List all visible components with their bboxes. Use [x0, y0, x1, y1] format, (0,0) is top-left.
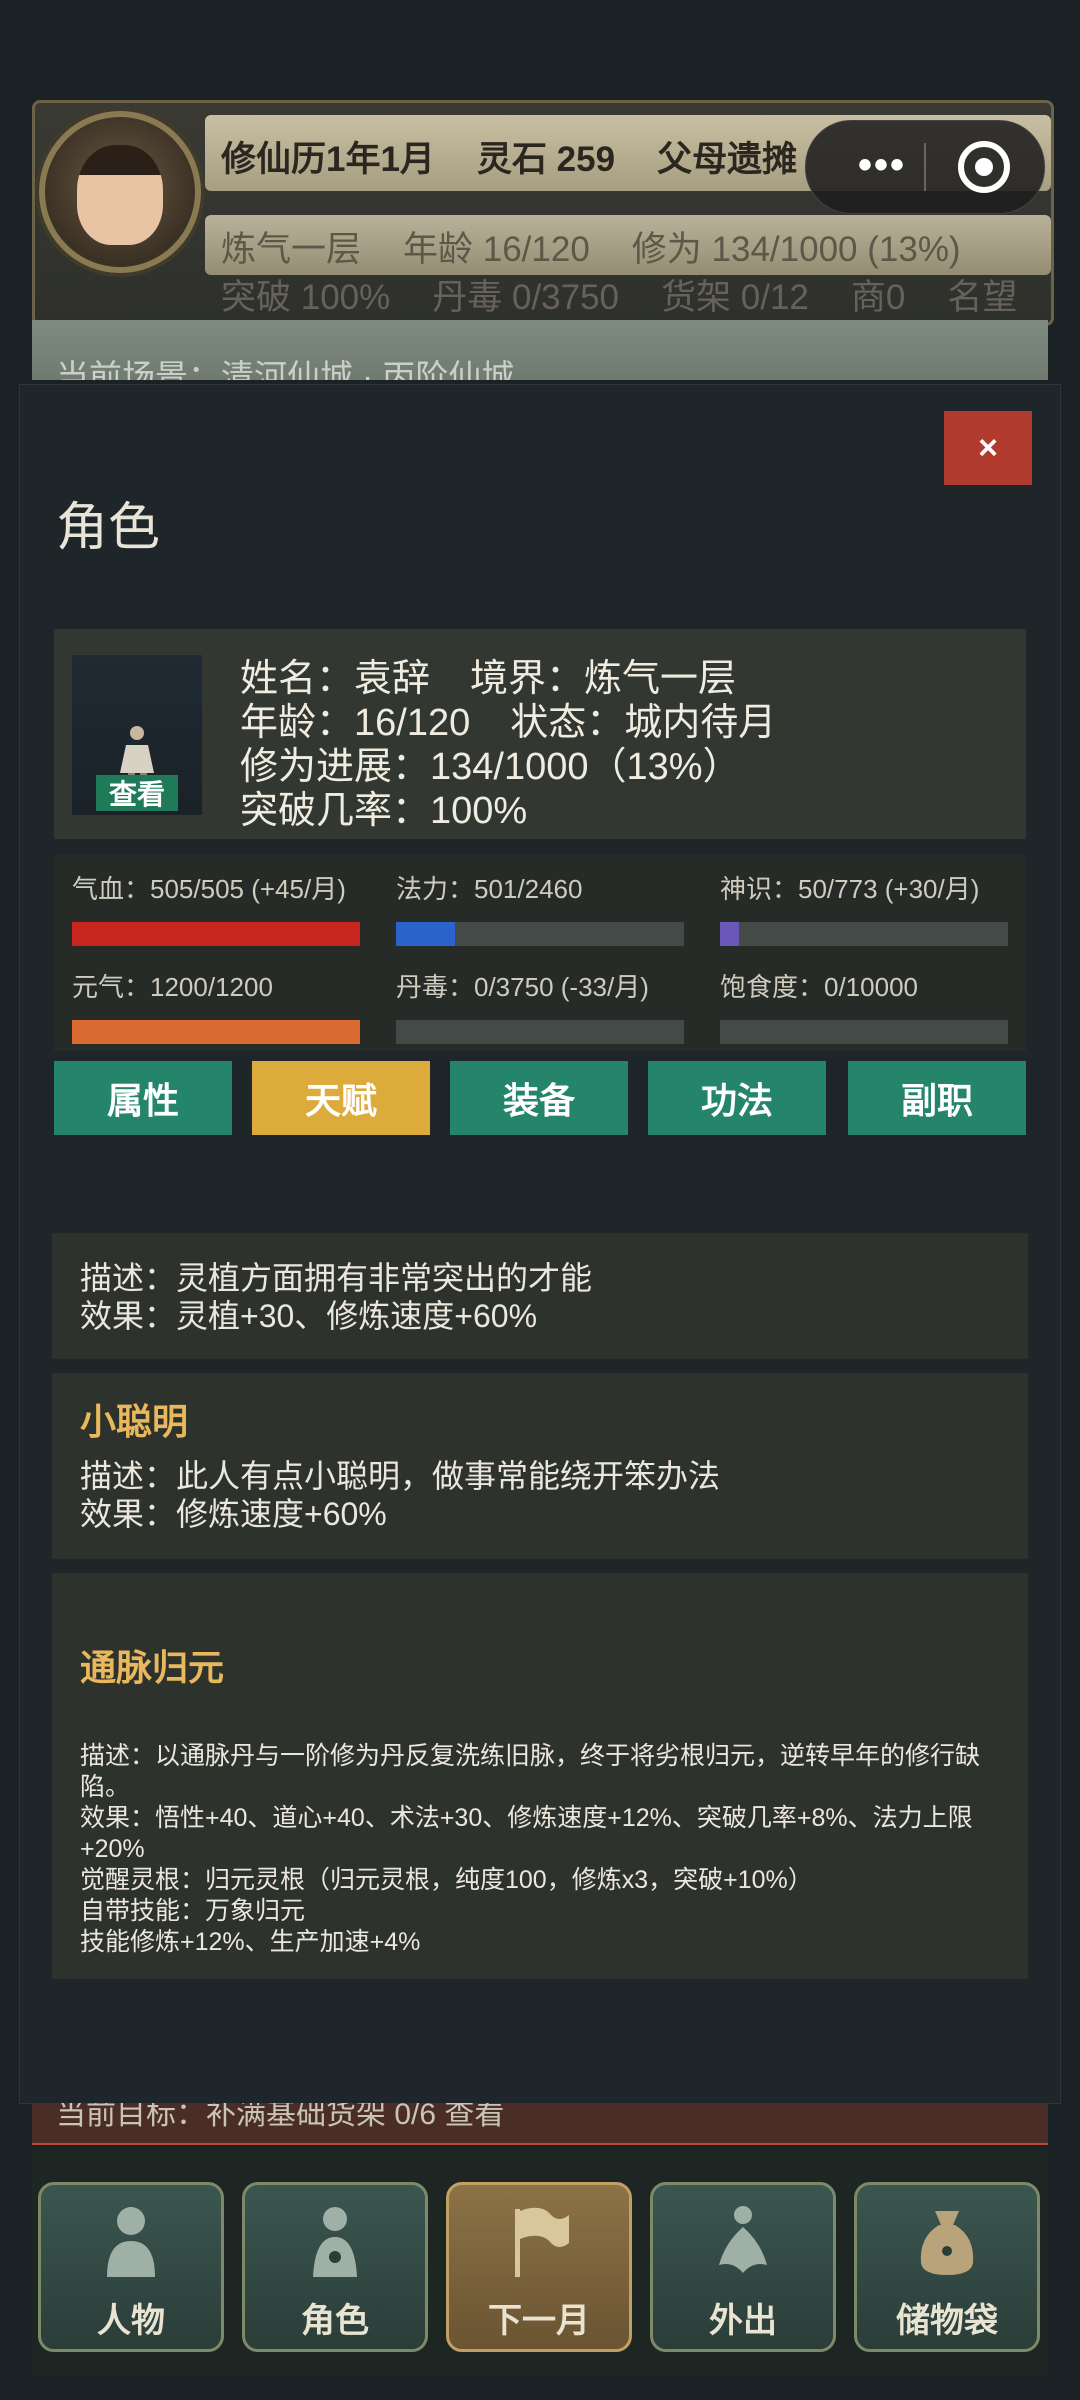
nav-go-out-button[interactable]: 外出 [650, 2182, 836, 2352]
talent-desc: 描述：以通脉丹与一阶修为丹反复洗练旧脉，终于将劣根归元，逆转早年的修行缺陷。 [80, 1742, 981, 1801]
profile-card: 查看 姓名：袁辞 境界：炼气一层 年龄：16/120 状态：城内待月 修为进展：13… [54, 629, 1026, 839]
hud-age: 年龄 16/120 [403, 230, 590, 269]
view-button[interactable]: 查看 [96, 775, 178, 811]
person-icon [107, 2207, 155, 2277]
stat-mana: 法力：501/2460 [396, 869, 684, 946]
more-dots-icon[interactable]: ••• [858, 143, 906, 188]
stat-label: 法力：501/2460 [396, 874, 583, 904]
hud-spirit-stones: 灵石 259 [476, 140, 616, 179]
hud-row-3: 突破 100% 丹毒 0/3750 货架 0/12 商0 名望 [221, 269, 1051, 320]
hud-location: 父母遗摊 [657, 140, 798, 179]
stat-bar [72, 922, 360, 946]
stat-bar [72, 1020, 360, 1044]
bag-icon [920, 2211, 974, 2275]
talent-effect: 效果：修炼速度+60% [80, 1496, 387, 1532]
stat-bar-fill [396, 922, 455, 946]
hud-realm: 炼气一层 [221, 230, 362, 269]
talent-effect: 效果：灵植+30、修炼速度+60% [80, 1298, 538, 1334]
tab-equipment[interactable]: 装备 [450, 1061, 628, 1135]
character-icon [313, 2207, 357, 2277]
stat-bar-fill [72, 922, 360, 946]
talent-name: 通脉归元 [80, 1647, 225, 1688]
info-breakthrough: 突破几率：100% [240, 779, 527, 834]
stat-bar [396, 922, 684, 946]
stat-spirit-sense: 神识：50/773 (+30/月) [720, 869, 1008, 946]
avatar[interactable] [39, 111, 201, 273]
nav-label: 储物袋 [896, 2302, 998, 2340]
scene-strip: 当前场景：清河仙城 · 丙阶仙城 [32, 320, 1048, 380]
stat-bar [396, 1020, 684, 1044]
nav-label: 外出 [709, 2302, 777, 2340]
character-dialog: × 角色 查看 姓名：袁辞 境界：炼气一层 年龄：16/120 状态：城内待月 修为… [20, 385, 1060, 2103]
nav-label: 人物 [97, 2302, 165, 2340]
talent-card: 通脉归元 描述：以通脉丹与一阶修为丹反复洗练旧脉，终于将劣根归元，逆转早年的修行… [52, 1573, 1028, 1979]
nav-character-button[interactable]: 角色 [242, 2182, 428, 2352]
talent-effect: 效果：悟性+40、道心+40、术法+30、修炼速度+12%、突破几率+8%、法力… [80, 1804, 973, 1863]
stat-label: 饱食度：0/10000 [720, 972, 918, 1002]
stat-label: 丹毒：0/3750 (-33/月) [396, 972, 649, 1002]
lotus-icon [719, 2206, 767, 2273]
tab-bar: 属性 天赋 装备 功法 副职 [54, 1061, 1026, 1135]
stats-panel: 气血：505/505 (+45/月) 法力：501/2460 神识：50/773… [54, 855, 1026, 1051]
tab-techniques[interactable]: 功法 [648, 1061, 826, 1135]
character-portrait: 查看 [72, 655, 202, 815]
stat-bar [720, 1020, 1008, 1044]
dialog-title: 角色 [56, 499, 161, 557]
stat-pill-toxicity: 丹毒：0/3750 (-33/月) [396, 967, 684, 1044]
tab-side-job[interactable]: 副职 [848, 1061, 1026, 1135]
stat-bar-fill [72, 1020, 360, 1044]
scene-label: 当前场景：清河仙城 · 丙阶仙城 [56, 358, 515, 380]
flag-icon [515, 2207, 569, 2277]
talent-root: 觉醒灵根：归元灵根（归元灵根，纯度100，修炼x3，突破+10%） [80, 1866, 813, 1894]
stat-hp: 气血：505/505 (+45/月) [72, 869, 360, 946]
goal-strip: 当前目标：补满基础货架 0/6 查看 [32, 2103, 1048, 2145]
nav-label: 下一月 [488, 2302, 590, 2340]
goal-text[interactable]: 当前目标：补满基础货架 0/6 查看 [56, 2103, 504, 2133]
close-button[interactable]: × [944, 411, 1032, 485]
tab-talents[interactable]: 天赋 [252, 1061, 430, 1135]
hud-calendar: 修仙历1年1月 [221, 140, 435, 179]
talent-card: 小聪明 描述：此人有点小聪明，做事常能绕开笨办法 效果：修炼速度+60% [52, 1373, 1028, 1559]
stat-bar-fill [720, 922, 739, 946]
talent-card: 描述：灵植方面拥有非常突出的才能 效果：灵植+30、修炼速度+60% [52, 1233, 1028, 1359]
stat-bar [720, 922, 1008, 946]
hud-pill-toxicity: 丹毒 0/3750 [432, 278, 620, 317]
hud-fame: 名望 [947, 278, 1018, 317]
miniprogram-capsule: ••• [805, 120, 1045, 214]
talent-name: 小聪明 [80, 1401, 189, 1442]
hud-breakthrough: 突破 100% [221, 278, 391, 317]
target-icon[interactable] [958, 141, 1010, 193]
stat-satiety: 饱食度：0/10000 [720, 967, 1008, 1044]
hud-shelf: 货架 0/12 [661, 278, 809, 317]
nav-person-button[interactable]: 人物 [38, 2182, 224, 2352]
tab-attributes[interactable]: 属性 [54, 1061, 232, 1135]
nav-next-month-button[interactable]: 下一月 [446, 2182, 632, 2352]
nav-storage-bag-button[interactable]: 储物袋 [854, 2182, 1040, 2352]
stat-label: 气血：505/505 (+45/月) [72, 874, 346, 904]
stat-vitality: 元气：1200/1200 [72, 967, 360, 1044]
hud-merchant: 商0 [850, 278, 906, 317]
talent-extra: 技能修炼+12%、生产加速+4% [80, 1928, 421, 1956]
capsule-divider [924, 143, 926, 191]
hud-cultivation: 修为 134/1000 (13%) [631, 230, 961, 269]
talent-skill: 自带技能：万象归元 [80, 1897, 306, 1925]
breakthrough-label: 突破几率： [240, 790, 431, 832]
nav-label: 角色 [301, 2302, 369, 2340]
hud-row-1: 修仙历1年1月 灵石 259 父母遗摊 [221, 131, 839, 182]
breakthrough-value: 100% [430, 790, 528, 832]
avatar-face [77, 145, 163, 245]
hud-row-2: 炼气一层 年龄 16/120 修为 134/1000 (13%) [221, 221, 1003, 272]
stat-label: 元气：1200/1200 [72, 972, 273, 1002]
stat-label: 神识：50/773 (+30/月) [720, 874, 980, 904]
